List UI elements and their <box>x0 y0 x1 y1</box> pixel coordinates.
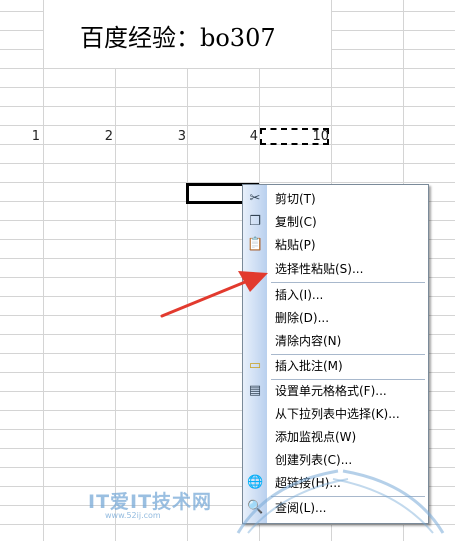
cell-value-3[interactable]: 3 <box>146 129 186 144</box>
menu-item-label: 复制(C) <box>275 215 317 229</box>
context-menu: ✂ 剪切(T) ❐ 复制(C) 📋 粘贴(P) 选择性粘贴(S)... 插入(I… <box>242 184 429 524</box>
menu-item-research[interactable]: 🔍 查阅(L)... <box>243 497 428 519</box>
sheet-title: 百度经验：bo307 <box>80 24 276 52</box>
menu-item-label: 插入(I)... <box>275 288 324 302</box>
cell-value-10[interactable]: 10 <box>289 129 329 144</box>
menu-item-label: 选择性粘贴(S)... <box>275 262 364 276</box>
menu-item-copy[interactable]: ❐ 复制(C) <box>243 211 428 233</box>
menu-item-clear-contents[interactable]: 清除内容(N) <box>243 330 428 352</box>
menu-item-label: 创建列表(C)... <box>275 453 353 467</box>
watermark-text: IT爱IT技术网 <box>88 491 213 513</box>
menu-item-label: 查阅(L)... <box>275 501 327 515</box>
menu-item-format-cells[interactable]: ▤ 设置单元格格式(F)... <box>243 380 428 402</box>
cell-value-2[interactable]: 2 <box>73 129 113 144</box>
menu-item-paste-special[interactable]: 选择性粘贴(S)... <box>243 258 428 280</box>
comment-icon: ▭ <box>248 358 262 373</box>
menu-item-label: 插入批注(M) <box>275 359 343 373</box>
menu-item-paste[interactable]: 📋 粘贴(P) <box>243 234 428 256</box>
research-icon: 🔍 <box>247 500 264 515</box>
watermark-url: www.52ij.com <box>105 511 161 520</box>
menu-item-pick-from-list[interactable]: 从下拉列表中选择(K)... <box>243 403 428 425</box>
copy-icon: ❐ <box>249 214 261 229</box>
paste-icon: 📋 <box>247 237 264 252</box>
format-cells-icon: ▤ <box>248 383 262 398</box>
menu-item-label: 添加监视点(W) <box>275 430 357 444</box>
menu-item-add-watch[interactable]: 添加监视点(W) <box>243 426 428 448</box>
menu-item-create-list[interactable]: 创建列表(C)... <box>243 449 428 471</box>
hyperlink-icon: 🌐 <box>247 475 264 490</box>
menu-item-delete[interactable]: 删除(D)... <box>243 307 428 329</box>
menu-item-label: 设置单元格格式(F)... <box>275 384 387 398</box>
menu-item-label: 剪切(T) <box>275 192 316 206</box>
menu-separator <box>271 282 425 283</box>
menu-item-insert[interactable]: 插入(I)... <box>243 284 428 306</box>
menu-item-label: 删除(D)... <box>275 311 330 325</box>
scissors-icon: ✂ <box>249 191 261 206</box>
menu-item-label: 从下拉列表中选择(K)... <box>275 407 400 421</box>
menu-item-label: 超链接(H)... <box>275 476 341 490</box>
menu-item-label: 清除内容(N) <box>275 334 342 348</box>
menu-item-insert-comment[interactable]: ▭ 插入批注(M) <box>243 355 428 377</box>
menu-item-cut[interactable]: ✂ 剪切(T) <box>243 188 428 210</box>
cell-value-1[interactable]: 1 <box>0 129 40 144</box>
menu-item-label: 粘贴(P) <box>275 238 316 252</box>
cell-value-4[interactable]: 4 <box>218 129 258 144</box>
menu-item-hyperlink[interactable]: 🌐 超链接(H)... <box>243 472 428 494</box>
